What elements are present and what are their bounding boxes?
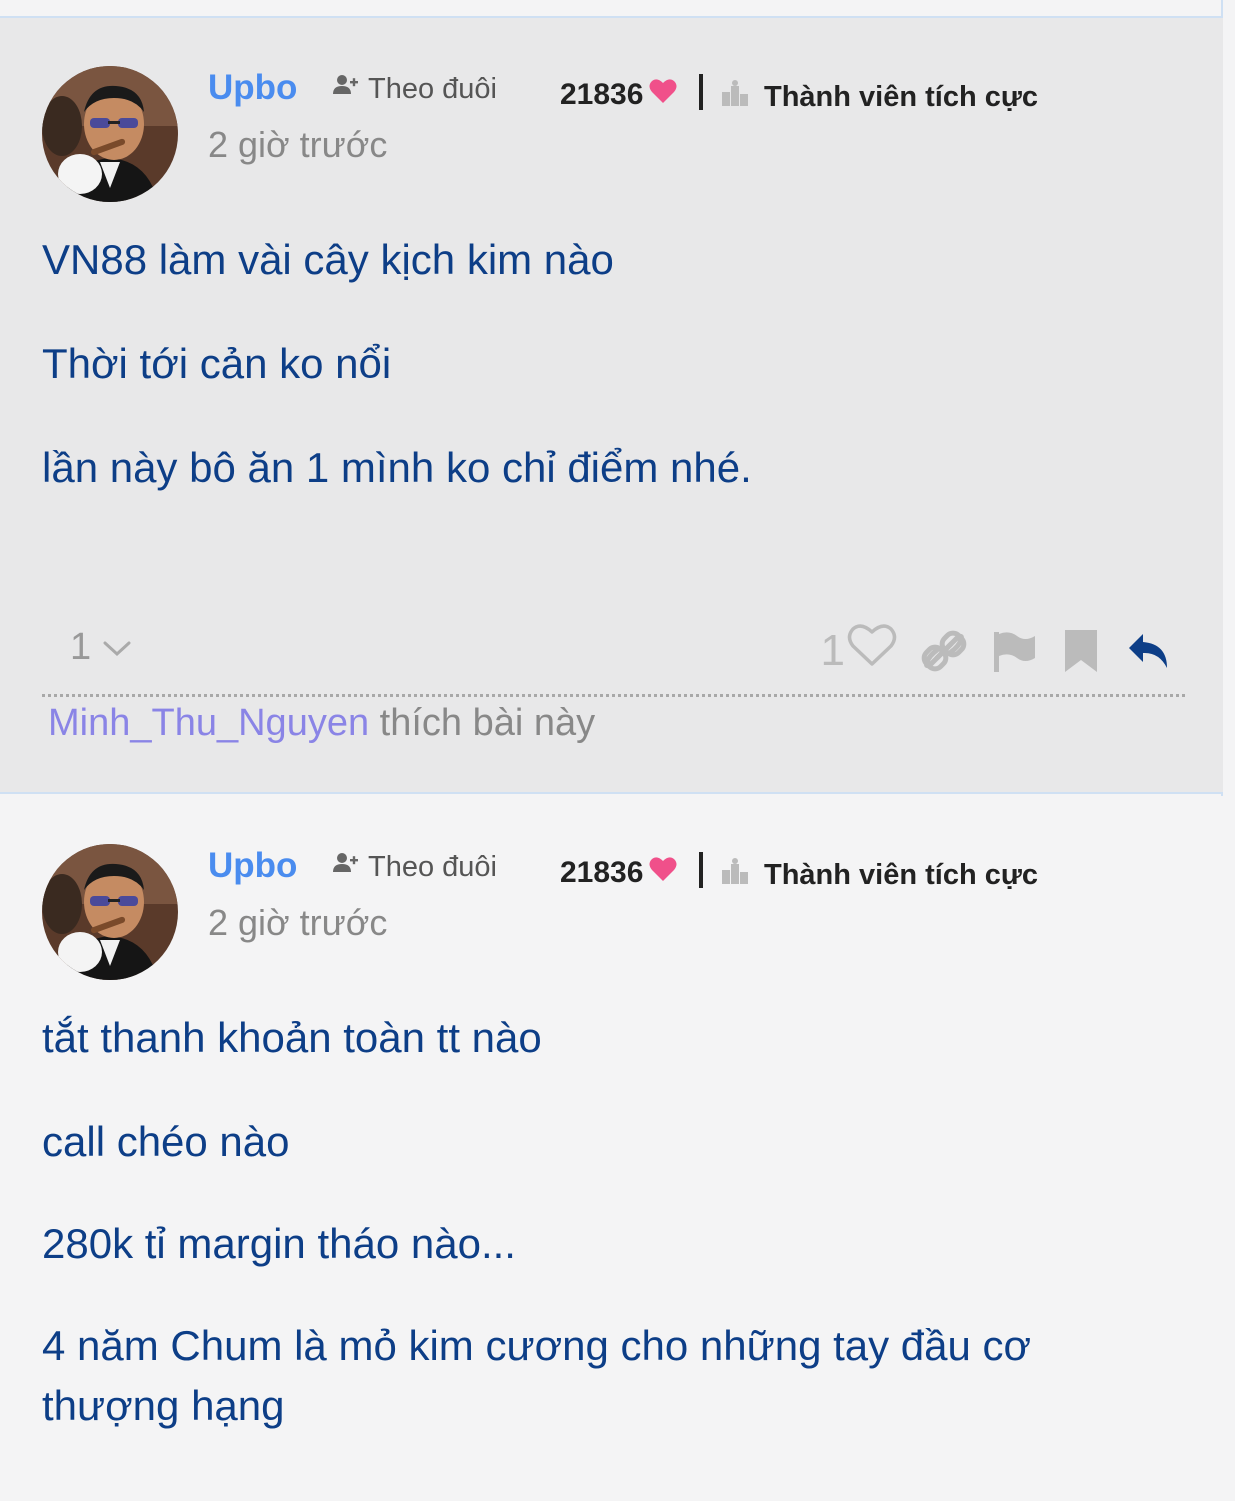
liked-by-summary: Minh_Thu_Nguyen thích bài này	[48, 702, 595, 745]
rank-label: Thành viên tích cực	[764, 80, 1038, 113]
points-value: 21836	[560, 856, 644, 889]
post-timestamp: 2 giờ trước	[208, 124, 388, 165]
liker-link[interactable]: Minh_Thu_Nguyen	[48, 702, 369, 744]
user-points: 21836	[560, 856, 677, 890]
meta-divider	[699, 74, 703, 110]
heart-icon	[649, 78, 677, 112]
points-value: 21836	[560, 78, 644, 111]
user-plus-icon	[332, 72, 358, 106]
user-rank: Thành viên tích cực	[720, 858, 1038, 892]
meta-divider	[699, 852, 703, 888]
previous-post-edge	[0, 0, 1223, 18]
follow-label: Theo đuôi	[368, 850, 497, 883]
follow-button[interactable]: Theo đuôi	[332, 72, 497, 106]
like-button[interactable]: 1	[821, 622, 897, 679]
bookmark-icon[interactable]	[1061, 628, 1101, 674]
post-2: Upbo Theo đuôi 21836 Thành viên tích cực…	[0, 796, 1223, 1501]
user-plus-icon	[332, 850, 358, 884]
username[interactable]: Upbo	[208, 68, 297, 108]
post-text-line: 280k tỉ margin tháo nào...	[42, 1220, 516, 1267]
rank-badge-icon	[720, 80, 750, 114]
heart-outline-icon	[847, 622, 897, 679]
reaction-summary[interactable]: 1	[70, 626, 133, 669]
post-timestamp: 2 giờ trước	[208, 902, 388, 943]
link-icon[interactable]	[921, 628, 967, 674]
chevron-down-icon	[101, 626, 133, 669]
flag-icon[interactable]	[991, 628, 1037, 674]
follow-label: Theo đuôi	[368, 72, 497, 105]
rank-label: Thành viên tích cực	[764, 858, 1038, 891]
post-actions: 1	[821, 622, 1173, 679]
liked-by-suffix: thích bài này	[369, 702, 596, 744]
user-rank: Thành viên tích cực	[720, 80, 1038, 114]
rank-badge-icon	[720, 858, 750, 892]
like-count: 1	[820, 625, 845, 675]
heart-icon	[649, 856, 677, 890]
post-text-line: tắt thanh khoản toàn tt nào	[42, 1014, 542, 1061]
post-1: Upbo Theo đuôi 21836 Thành viên tích cực…	[0, 18, 1223, 794]
post-text-line: call chéo nào	[42, 1118, 290, 1165]
post-text-line: thượng hạng	[42, 1382, 285, 1429]
post-text-line: Thời tới cản ko nổi	[42, 340, 392, 387]
post-text-line: VN88 làm vài cây kịch kim nào	[42, 236, 614, 283]
user-points: 21836	[560, 78, 677, 112]
avatar[interactable]	[42, 66, 178, 202]
post-text-line: lần này bô ăn 1 mình ko chỉ điểm nhé.	[42, 444, 752, 491]
follow-button[interactable]: Theo đuôi	[332, 850, 497, 884]
avatar[interactable]	[42, 844, 178, 980]
reaction-count: 1	[70, 626, 92, 668]
post-text-line: 4 năm Chum là mỏ kim cương cho những tay…	[42, 1322, 1032, 1369]
username[interactable]: Upbo	[208, 846, 297, 886]
likes-divider	[42, 694, 1185, 697]
reply-icon[interactable]	[1125, 628, 1173, 674]
